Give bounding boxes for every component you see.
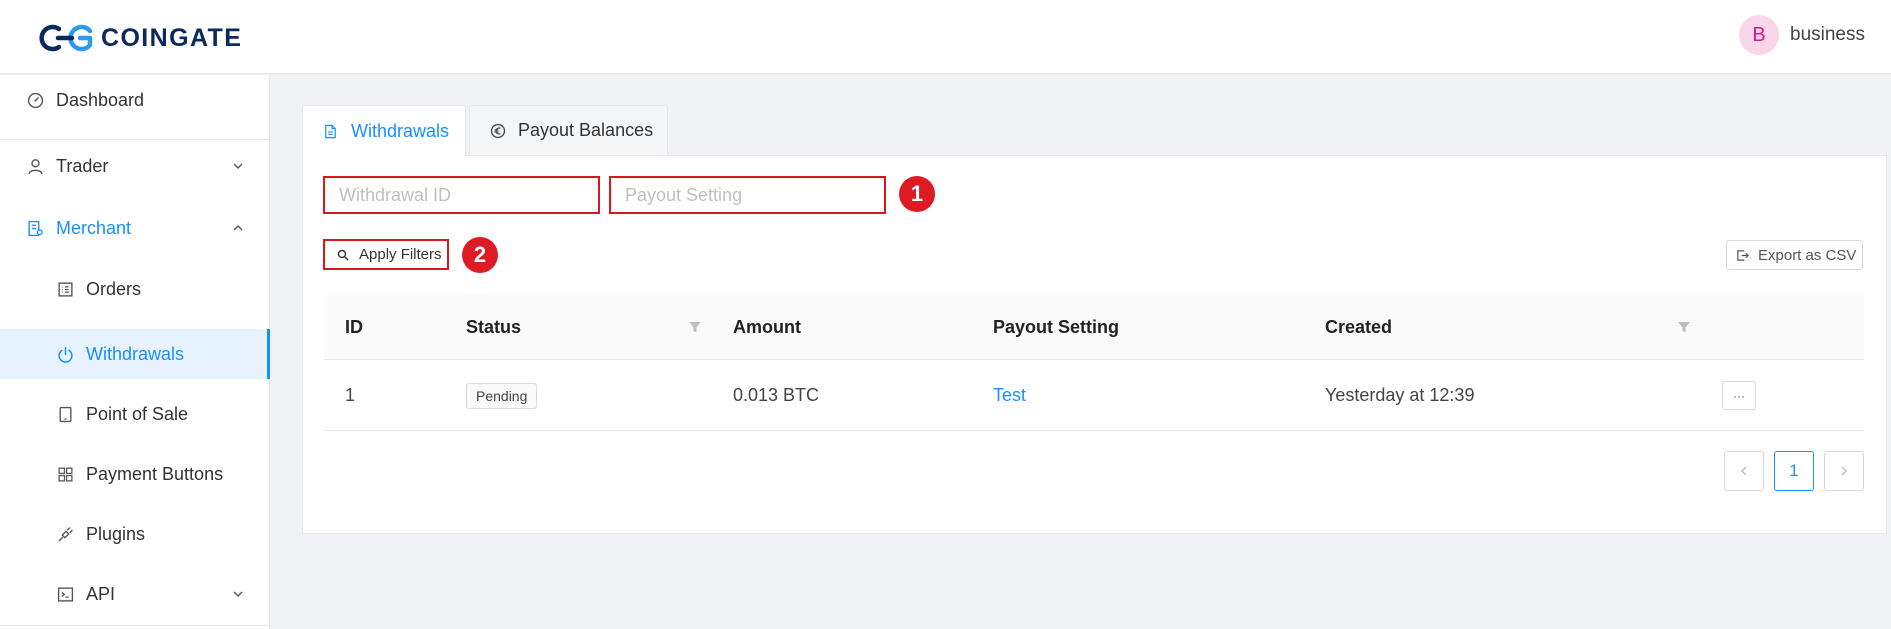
top-header: COINGATE B business [0, 0, 1891, 74]
payout-setting-input[interactable] [609, 176, 886, 214]
coingate-logo-icon [39, 24, 93, 52]
search-icon [337, 249, 349, 260]
status-badge: Pending [466, 383, 538, 409]
tab-withdrawals[interactable]: Withdrawals [302, 105, 466, 156]
sidebar-item-point-of-sale[interactable]: Point of Sale [0, 389, 269, 439]
coingate-logo[interactable]: COINGATE [38, 22, 242, 54]
export-icon [1737, 249, 1749, 261]
sidebar-item-payment-buttons[interactable]: Payment Buttons [0, 449, 269, 499]
sidebar-item-label: Point of Sale [86, 403, 189, 424]
dashboard-icon [26, 91, 44, 109]
column-header-payout-setting: Payout Setting [993, 317, 1120, 337]
sidebar-item-api[interactable]: API [0, 569, 269, 619]
table-row: 1 Pending 0.013 BTC Test Yesterday at 12… [324, 360, 1864, 431]
filter-icon[interactable] [1677, 320, 1691, 334]
chevron-right-icon [1841, 466, 1847, 476]
column-header-amount: Amount [733, 317, 801, 337]
column-header-id: ID [345, 317, 363, 337]
logo-text: COINGATE [101, 23, 243, 52]
pagination-prev-button[interactable] [1724, 451, 1764, 491]
orders-icon [56, 280, 74, 298]
grid-icon [56, 465, 74, 483]
chevron-up-icon [233, 225, 243, 231]
chevron-left-icon [1741, 466, 1747, 476]
user-menu[interactable]: B business [1739, 15, 1865, 55]
tab-label: Withdrawals [351, 120, 450, 141]
sidebar-item-label: API [86, 583, 116, 604]
tab-payout-balances[interactable]: Payout Balances [469, 105, 668, 155]
avatar[interactable]: B [1739, 15, 1779, 55]
divider [0, 625, 269, 626]
sidebar: Dashboard Trader Merchant Orders Withdra… [0, 75, 270, 629]
table-header: ID Status Amount Payout Setting Created [324, 295, 1864, 360]
pagination-page-1[interactable]: 1 [1774, 451, 1814, 491]
user-name[interactable]: business [1790, 24, 1865, 46]
chevron-down-icon [233, 163, 243, 169]
sidebar-item-label: Dashboard [56, 89, 145, 110]
sidebar-item-withdrawals[interactable]: Withdrawals [0, 329, 270, 379]
terminal-icon [56, 585, 74, 603]
plug-icon [56, 525, 74, 543]
sidebar-item-label: Orders [86, 278, 142, 299]
export-csv-button[interactable]: Export as CSV [1726, 240, 1863, 270]
chevron-down-icon [233, 591, 243, 597]
file-icon [323, 123, 339, 139]
sidebar-item-label: Merchant [56, 217, 132, 238]
sidebar-item-label: Payment Buttons [86, 463, 224, 484]
column-header-status: Status [466, 317, 522, 337]
sidebar-item-plugins[interactable]: Plugins [0, 509, 269, 559]
export-csv-label: Export as CSV [1758, 246, 1857, 264]
cell-amount: 0.013 BTC [733, 385, 820, 405]
sidebar-item-orders[interactable]: Orders [0, 264, 269, 314]
sidebar-item-dashboard[interactable]: Dashboard [0, 75, 269, 125]
annotation-badge-2: 2 [462, 237, 498, 273]
annotation-badge-1: 1 [899, 176, 935, 212]
payout-setting-link[interactable]: Test [993, 360, 1026, 431]
cell-created: Yesterday at 12:39 [1325, 385, 1475, 405]
row-actions-button[interactable]: ··· [1722, 381, 1756, 410]
tab-label: Payout Balances [518, 120, 654, 140]
sidebar-item-label: Withdrawals [86, 343, 185, 364]
sidebar-item-merchant[interactable]: Merchant [0, 203, 269, 253]
cell-id: 1 [345, 385, 356, 405]
more-icon: ··· [1733, 388, 1745, 403]
power-icon [56, 345, 74, 363]
sidebar-item-trader[interactable]: Trader [0, 141, 269, 191]
filter-icon[interactable] [688, 320, 702, 334]
apply-filters-button[interactable]: Apply Filters [323, 239, 449, 270]
column-header-created: Created [1325, 317, 1393, 337]
pagination-next-button[interactable] [1824, 451, 1864, 491]
merchant-icon [26, 219, 44, 237]
user-icon [26, 157, 44, 175]
euro-icon [490, 123, 506, 139]
sidebar-item-label: Trader [56, 155, 109, 176]
tablet-icon [56, 405, 74, 423]
divider [0, 139, 269, 140]
sidebar-item-label: Plugins [86, 523, 146, 544]
apply-filters-label: Apply Filters [359, 246, 442, 263]
withdrawal-id-input[interactable] [323, 176, 600, 214]
